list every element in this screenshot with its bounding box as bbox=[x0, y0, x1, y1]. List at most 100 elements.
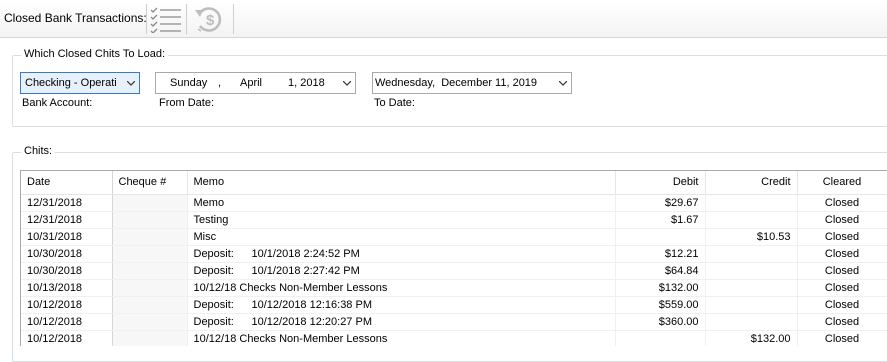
memo-text: Memo bbox=[193, 196, 225, 209]
undo-close-button[interactable]: $ bbox=[190, 4, 228, 34]
cell-cleared: Closed bbox=[797, 194, 887, 212]
chevron-down-icon bbox=[343, 81, 351, 86]
cell-cleared: Closed bbox=[797, 330, 887, 346]
table-row[interactable]: 10/13/2018 10/12/18 Checks Non-Member Les… bbox=[21, 279, 887, 297]
to-date-picker[interactable]: Wednesday, December 11, 2019 bbox=[372, 72, 572, 94]
toolbar-separator bbox=[186, 4, 187, 34]
cell-credit bbox=[705, 194, 798, 212]
chits-grid[interactable]: Date Cheque # Memo Debit Credit Cleared … bbox=[20, 170, 887, 346]
cell-date: 10/12/2018 bbox=[21, 330, 113, 346]
cell-date: 10/12/2018 bbox=[21, 296, 113, 314]
from-date-sep: , bbox=[218, 77, 222, 89]
from-date-label: From Date: bbox=[159, 97, 215, 109]
table-row[interactable]: 10/30/2018 Deposit: 10/1/2018 2:27:42 PM $6… bbox=[21, 262, 887, 280]
memo-text: 10/12/18 Checks Non-Member Lessons bbox=[193, 332, 388, 345]
table-row[interactable]: 10/12/2018 10/12/18 Checks Non-Member Les… bbox=[21, 330, 887, 346]
memo-timestamp: 10/1/2018 2:24:52 PM bbox=[251, 247, 360, 260]
cell-cheque bbox=[112, 279, 188, 297]
memo-text: Deposit: bbox=[193, 264, 234, 277]
bank-account-value: Checking - Operati bbox=[25, 77, 117, 89]
cell-cleared: Closed bbox=[797, 211, 887, 229]
cell-credit bbox=[705, 279, 798, 297]
col-header-cleared[interactable]: Cleared bbox=[797, 171, 887, 195]
table-row[interactable]: 12/31/2018 Memo $29.67 Closed bbox=[21, 194, 887, 212]
cell-debit: $64.84 bbox=[615, 262, 706, 280]
cell-memo: Deposit: 10/1/2018 2:27:42 PM bbox=[187, 262, 616, 280]
memo-text: Deposit: bbox=[193, 247, 234, 260]
table-row[interactable]: 10/31/2018 Misc $10.53 Closed bbox=[21, 228, 887, 246]
from-date-picker[interactable]: Sunday , April 1, 2018 bbox=[155, 72, 356, 94]
cell-memo: Misc bbox=[187, 228, 616, 246]
cell-cheque bbox=[112, 313, 188, 331]
cell-cleared: Closed bbox=[797, 228, 887, 246]
cell-memo: 10/12/18 Checks Non-Member Lessons bbox=[187, 279, 616, 297]
grid-header-row: Date Cheque # Memo Debit Credit Cleared bbox=[21, 171, 887, 195]
col-header-date[interactable]: Date bbox=[21, 171, 113, 195]
cell-credit: $10.53 bbox=[705, 228, 798, 246]
cell-debit bbox=[615, 330, 706, 346]
chits-group-title: Chits: bbox=[21, 145, 56, 157]
cell-memo: Memo bbox=[187, 194, 616, 212]
toolbar: Closed Bank Transactions: $ bbox=[0, 0, 887, 38]
to-date-value: Wednesday, December 11, 2019 bbox=[375, 77, 538, 89]
cell-date: 12/31/2018 bbox=[21, 211, 113, 229]
memo-timestamp: 10/12/2018 12:16:38 PM bbox=[251, 298, 372, 311]
chevron-down-icon bbox=[559, 81, 567, 86]
cell-date: 12/31/2018 bbox=[21, 194, 113, 212]
from-date-weekday: Sunday bbox=[170, 77, 208, 89]
cell-memo: Deposit: 10/1/2018 2:24:52 PM bbox=[187, 245, 616, 263]
cell-debit: $360.00 bbox=[615, 313, 706, 331]
cell-cheque bbox=[112, 296, 188, 314]
toolbar-title: Closed Bank Transactions: bbox=[4, 11, 147, 25]
cell-credit bbox=[705, 262, 798, 280]
table-row[interactable]: 10/30/2018 Deposit: 10/1/2018 2:24:52 PM $1… bbox=[21, 245, 887, 263]
table-row[interactable]: 10/12/2018 Deposit: 10/12/2018 12:20:27 PM… bbox=[21, 313, 887, 331]
svg-text:$: $ bbox=[206, 12, 215, 29]
memo-text: Deposit: bbox=[193, 315, 234, 328]
memo-text: 10/12/18 Checks Non-Member Lessons bbox=[193, 281, 388, 294]
cell-cheque bbox=[112, 262, 188, 280]
col-header-credit[interactable]: Credit bbox=[705, 171, 798, 195]
cell-cleared: Closed bbox=[797, 296, 887, 314]
cell-cleared: Closed bbox=[797, 313, 887, 331]
chevron-down-icon bbox=[127, 81, 135, 86]
memo-timestamp: 10/12/2018 12:20:27 PM bbox=[251, 315, 372, 328]
memo-timestamp: 10/1/2018 2:27:42 PM bbox=[251, 264, 360, 277]
cell-memo: Testing bbox=[187, 211, 616, 229]
cell-cheque bbox=[112, 211, 188, 229]
cell-credit: $132.00 bbox=[705, 330, 798, 346]
cell-cheque bbox=[112, 330, 188, 346]
cell-cleared: Closed bbox=[797, 245, 887, 263]
cell-memo: 10/12/18 Checks Non-Member Lessons bbox=[187, 330, 616, 346]
undo-dollar-icon: $ bbox=[195, 7, 222, 32]
cell-date: 10/13/2018 bbox=[21, 279, 113, 297]
col-header-cheque[interactable]: Cheque # bbox=[112, 171, 188, 195]
cell-memo: Deposit: 10/12/2018 12:16:38 PM bbox=[187, 296, 616, 314]
memo-text: Misc bbox=[193, 230, 217, 243]
cell-debit: $29.67 bbox=[615, 194, 706, 212]
bank-account-label: Bank Account: bbox=[22, 97, 93, 109]
to-date-label: To Date: bbox=[374, 97, 415, 109]
bank-account-combo[interactable]: Checking - Operati bbox=[20, 72, 140, 94]
table-row[interactable]: 10/12/2018 Deposit: 10/12/2018 12:16:38 PM… bbox=[21, 296, 887, 314]
cell-cheque bbox=[112, 245, 188, 263]
table-row[interactable]: 12/31/2018 Testing $1.67 Closed bbox=[21, 211, 887, 229]
cell-cleared: Closed bbox=[797, 279, 887, 297]
cell-debit: $12.21 bbox=[615, 245, 706, 263]
from-date-month: April bbox=[240, 77, 263, 89]
cell-debit: $1.67 bbox=[615, 211, 706, 229]
cell-credit bbox=[705, 245, 798, 263]
cell-date: 10/31/2018 bbox=[21, 228, 113, 246]
cell-credit bbox=[705, 313, 798, 331]
col-header-memo[interactable]: Memo bbox=[187, 171, 616, 195]
memo-text: Deposit: bbox=[193, 298, 234, 311]
cell-date: 10/30/2018 bbox=[21, 245, 113, 263]
toolbar-separator bbox=[233, 4, 234, 34]
cell-date: 10/12/2018 bbox=[21, 313, 113, 331]
checklist-button[interactable] bbox=[147, 4, 185, 34]
col-header-debit[interactable]: Debit bbox=[615, 171, 706, 195]
load-chits-group-title: Which Closed Chits To Load: bbox=[21, 48, 169, 60]
cell-memo: Deposit: 10/12/2018 12:20:27 PM bbox=[187, 313, 616, 331]
cell-date: 10/30/2018 bbox=[21, 262, 113, 280]
cell-debit: $559.00 bbox=[615, 296, 706, 314]
